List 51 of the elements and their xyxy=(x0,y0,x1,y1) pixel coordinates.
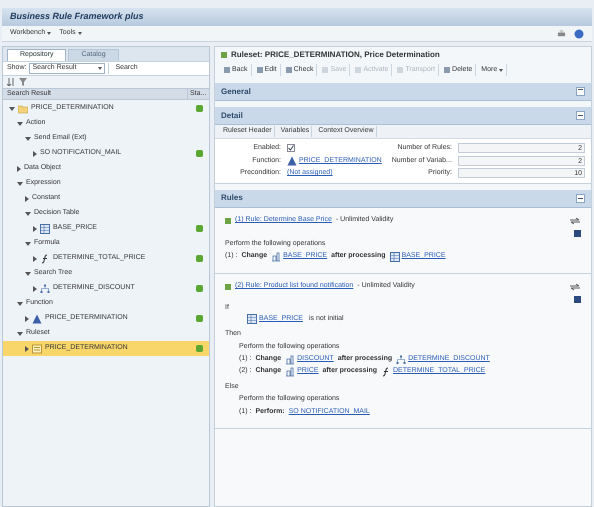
formula-icon xyxy=(381,366,391,376)
collapsed-arrow-icon[interactable] xyxy=(33,256,37,262)
caret-icon[interactable] xyxy=(78,32,82,35)
table-icon xyxy=(390,252,400,262)
section-title: Detail xyxy=(221,110,243,122)
expanded-arrow-icon[interactable] xyxy=(17,302,23,306)
section-title: General xyxy=(221,86,251,98)
collapsed-arrow-icon[interactable] xyxy=(33,150,37,156)
object-title: Ruleset: PRICE_DETERMINATION, Price Determination xyxy=(231,49,440,61)
printer-icon[interactable] xyxy=(557,29,566,38)
section-header[interactable]: General xyxy=(215,83,591,101)
tree-icon xyxy=(40,284,50,294)
arrows-icon[interactable] xyxy=(569,216,581,224)
tree-icon xyxy=(396,354,406,364)
info-icon[interactable] xyxy=(574,296,581,302)
section-header[interactable]: Detail xyxy=(215,107,591,125)
folder-icon xyxy=(18,104,28,114)
section-title: Rules xyxy=(221,192,243,204)
caret-icon[interactable] xyxy=(47,32,52,35)
window-title: Business Rule Framework plus xyxy=(10,10,144,24)
expanded-arrow-icon[interactable] xyxy=(17,122,23,126)
status-square-icon xyxy=(221,52,227,58)
collapse-icon[interactable] xyxy=(576,111,585,120)
expand-icon[interactable] xyxy=(576,87,585,96)
collapsed-arrow-icon[interactable] xyxy=(25,316,29,322)
filter-icon[interactable] xyxy=(19,78,27,86)
formula-icon xyxy=(40,254,50,264)
expanded-arrow-icon[interactable] xyxy=(17,182,23,186)
expanded-arrow-icon[interactable] xyxy=(25,272,31,276)
triangle-icon xyxy=(32,314,42,324)
collapsed-arrow-icon[interactable] xyxy=(25,196,29,202)
collapsed-arrow-icon[interactable] xyxy=(17,166,21,172)
enabled-checkbox[interactable] xyxy=(287,144,295,152)
triangle-icon xyxy=(287,156,297,166)
status-square-icon xyxy=(225,218,231,224)
status-square-icon xyxy=(225,284,231,290)
collapsed-arrow-icon[interactable] xyxy=(33,286,37,292)
table-icon xyxy=(247,314,257,324)
expanded-arrow-icon[interactable] xyxy=(25,136,31,140)
ruleset-icon xyxy=(32,344,42,354)
info-icon[interactable] xyxy=(574,230,581,236)
caret-icon[interactable] xyxy=(98,67,102,70)
expanded-arrow-icon[interactable] xyxy=(25,242,31,246)
sort-icon[interactable] xyxy=(7,78,15,86)
arrows-icon[interactable] xyxy=(569,282,581,290)
expanded-arrow-icon[interactable] xyxy=(25,212,31,216)
section-header[interactable]: Rules xyxy=(215,190,591,208)
collapse-icon[interactable] xyxy=(576,194,585,202)
expanded-arrow-icon[interactable] xyxy=(17,332,23,336)
help-icon[interactable] xyxy=(574,28,584,38)
table-icon xyxy=(40,224,50,234)
